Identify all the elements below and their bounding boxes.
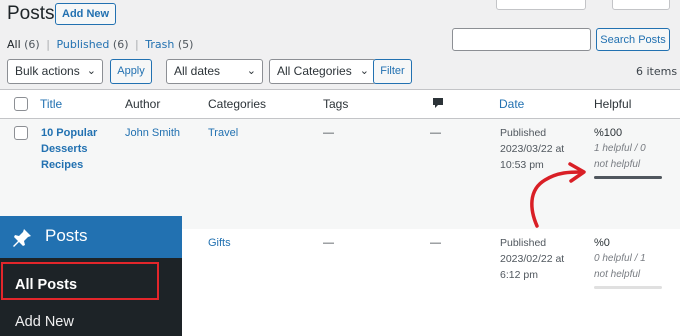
chevron-down-icon: ⌄ <box>359 65 369 77</box>
helpful-bar <box>594 176 662 179</box>
comments-cell: — <box>430 127 441 139</box>
column-date[interactable]: Date <box>499 97 524 111</box>
column-title[interactable]: Title <box>40 97 62 111</box>
apply-button[interactable]: Apply <box>110 59 152 84</box>
categories-select[interactable]: All Categories ⌄ <box>269 59 376 84</box>
post-status-filters: All (6) | Published (6) | Trash (5) <box>7 38 194 51</box>
chevron-down-icon: ⌄ <box>246 65 256 77</box>
sidebar-item-add-new[interactable]: Add New <box>15 314 74 330</box>
post-title-link[interactable]: 10 Popular Desserts Recipes <box>41 125 97 173</box>
helpful-cell: %0 0 helpful / 1 not helpful <box>594 237 646 280</box>
filter-published[interactable]: Published <box>56 38 109 51</box>
screen-options-button[interactable] <box>496 0 586 10</box>
tags-cell: — <box>323 127 334 139</box>
search-posts-button[interactable]: Search Posts <box>596 28 670 51</box>
column-categories: Categories <box>208 97 267 111</box>
row-checkbox[interactable] <box>14 126 28 140</box>
dates-select[interactable]: All dates ⌄ <box>166 59 263 84</box>
page-title: Posts <box>7 3 55 24</box>
sidebar-item-all-posts[interactable]: All Posts <box>15 277 77 293</box>
search-input[interactable] <box>452 28 591 51</box>
helpful-percent: %0 <box>594 237 610 249</box>
helpful-bar <box>594 286 662 289</box>
author-link[interactable]: John Smith <box>125 125 180 141</box>
helpful-bar-fill <box>594 176 662 179</box>
items-count: 6 items <box>636 65 678 78</box>
sidebar-posts-menu[interactable]: Posts <box>0 216 182 258</box>
annotation-arrow <box>530 162 586 228</box>
column-author: Author <box>125 97 161 111</box>
comment-bubble-icon <box>432 97 444 112</box>
help-button[interactable] <box>612 0 670 10</box>
helpful-percent: %100 <box>594 127 623 139</box>
table-header: Title Author Categories Tags Date Helpfu… <box>0 90 680 119</box>
admin-sidebar: Posts All Posts Add New <box>0 216 182 336</box>
comments-cell: — <box>430 237 441 249</box>
add-new-button[interactable]: Add New <box>55 3 117 25</box>
category-link[interactable]: Gifts <box>208 235 231 251</box>
filter-button[interactable]: Filter <box>373 59 412 84</box>
column-helpful: Helpful <box>594 97 632 111</box>
category-link[interactable]: Travel <box>208 125 238 141</box>
date-cell: Published 2023/02/22 at 6:12 pm <box>500 237 565 281</box>
select-all-checkbox[interactable] <box>14 97 28 111</box>
pushpin-icon <box>11 227 33 252</box>
filter-trash[interactable]: Trash <box>145 38 174 51</box>
bulk-actions-select[interactable]: Bulk actions ⌄ <box>7 59 103 84</box>
filter-all[interactable]: All <box>7 38 21 51</box>
column-tags: Tags <box>323 97 349 111</box>
tags-cell: — <box>323 237 334 249</box>
helpful-cell: %100 1 helpful / 0 not helpful <box>594 127 646 170</box>
chevron-down-icon: ⌄ <box>86 65 96 77</box>
